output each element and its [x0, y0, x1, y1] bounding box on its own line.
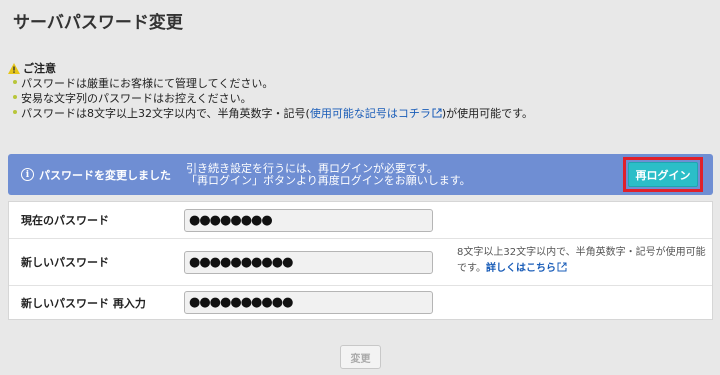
relogin-highlight: 再ログイン	[623, 157, 703, 192]
notice-item: 安易な文字列のパスワードはお控えください。	[13, 91, 533, 106]
relogin-button[interactable]: 再ログイン	[628, 162, 698, 187]
notice-list: パスワードは厳重にお客様にて管理してください。 安易な文字列のパスワードはお控え…	[13, 76, 533, 121]
details-link-text: 詳しくはこちら	[486, 263, 556, 274]
password-hint: 8文字以上32文字以内で、半角英数字・記号が使用可能です。詳しくはこちら	[457, 245, 712, 277]
notice-item: パスワードは厳重にお客様にて管理してください。	[13, 76, 533, 91]
external-link-icon	[557, 262, 567, 272]
external-link-icon	[432, 108, 442, 118]
alert-message-line: 引き続き設定を行うには、再ログインが必要です。	[186, 161, 438, 175]
current-password-label: 現在のパスワード	[21, 214, 109, 227]
current-password-field[interactable]	[184, 208, 433, 232]
alert-title: パスワードを変更しました	[39, 168, 171, 182]
symbols-link[interactable]: 使用可能な記号はコチラ	[310, 107, 442, 120]
page-title: サーバパスワード変更	[13, 13, 183, 33]
warning-icon	[8, 63, 20, 74]
new-password-field[interactable]	[184, 250, 433, 274]
notice-item-text: パスワードは8文字以上32文字以内で、半角英数字・記号(	[21, 107, 310, 120]
form-row-confirm-password: 新しいパスワード 再入力	[9, 286, 712, 319]
info-icon: i	[21, 168, 34, 181]
form-row-current-password: 現在のパスワード	[9, 202, 712, 239]
notice-heading-text: ご注意	[23, 62, 56, 75]
notice-item: パスワードは8文字以上32文字以内で、半角英数字・記号(使用可能な記号はコチラ)…	[13, 106, 533, 121]
details-link[interactable]: 詳しくはこちら	[486, 262, 567, 274]
change-button[interactable]: 変更	[340, 345, 381, 369]
confirm-password-field[interactable]	[184, 291, 433, 314]
form-row-new-password: 新しいパスワード 8文字以上32文字以内で、半角英数字・記号が使用可能です。詳し…	[9, 239, 712, 286]
notice-section: ご注意 パスワードは厳重にお客様にて管理してください。 安易な文字列のパスワード…	[8, 61, 533, 121]
alert-message: 引き続き設定を行うには、再ログインが必要です。 「再ログイン」ボタンより再度ログ…	[186, 161, 471, 187]
password-form: 現在のパスワード 新しいパスワード 8文字以上32文字以内で、半角英数字・記号が…	[8, 201, 713, 320]
alert-message-line: 「再ログイン」ボタンより再度ログインをお願いします。	[186, 173, 471, 187]
confirm-password-label: 新しいパスワード 再入力	[21, 296, 146, 310]
notice-heading: ご注意	[8, 61, 533, 76]
new-password-label: 新しいパスワード	[21, 256, 109, 269]
symbols-link-text: 使用可能な記号はコチラ	[309, 107, 431, 120]
notice-item-text: )が使用可能です。	[441, 107, 534, 120]
success-alert: i パスワードを変更しました 引き続き設定を行うには、再ログインが必要です。 「…	[8, 154, 713, 195]
